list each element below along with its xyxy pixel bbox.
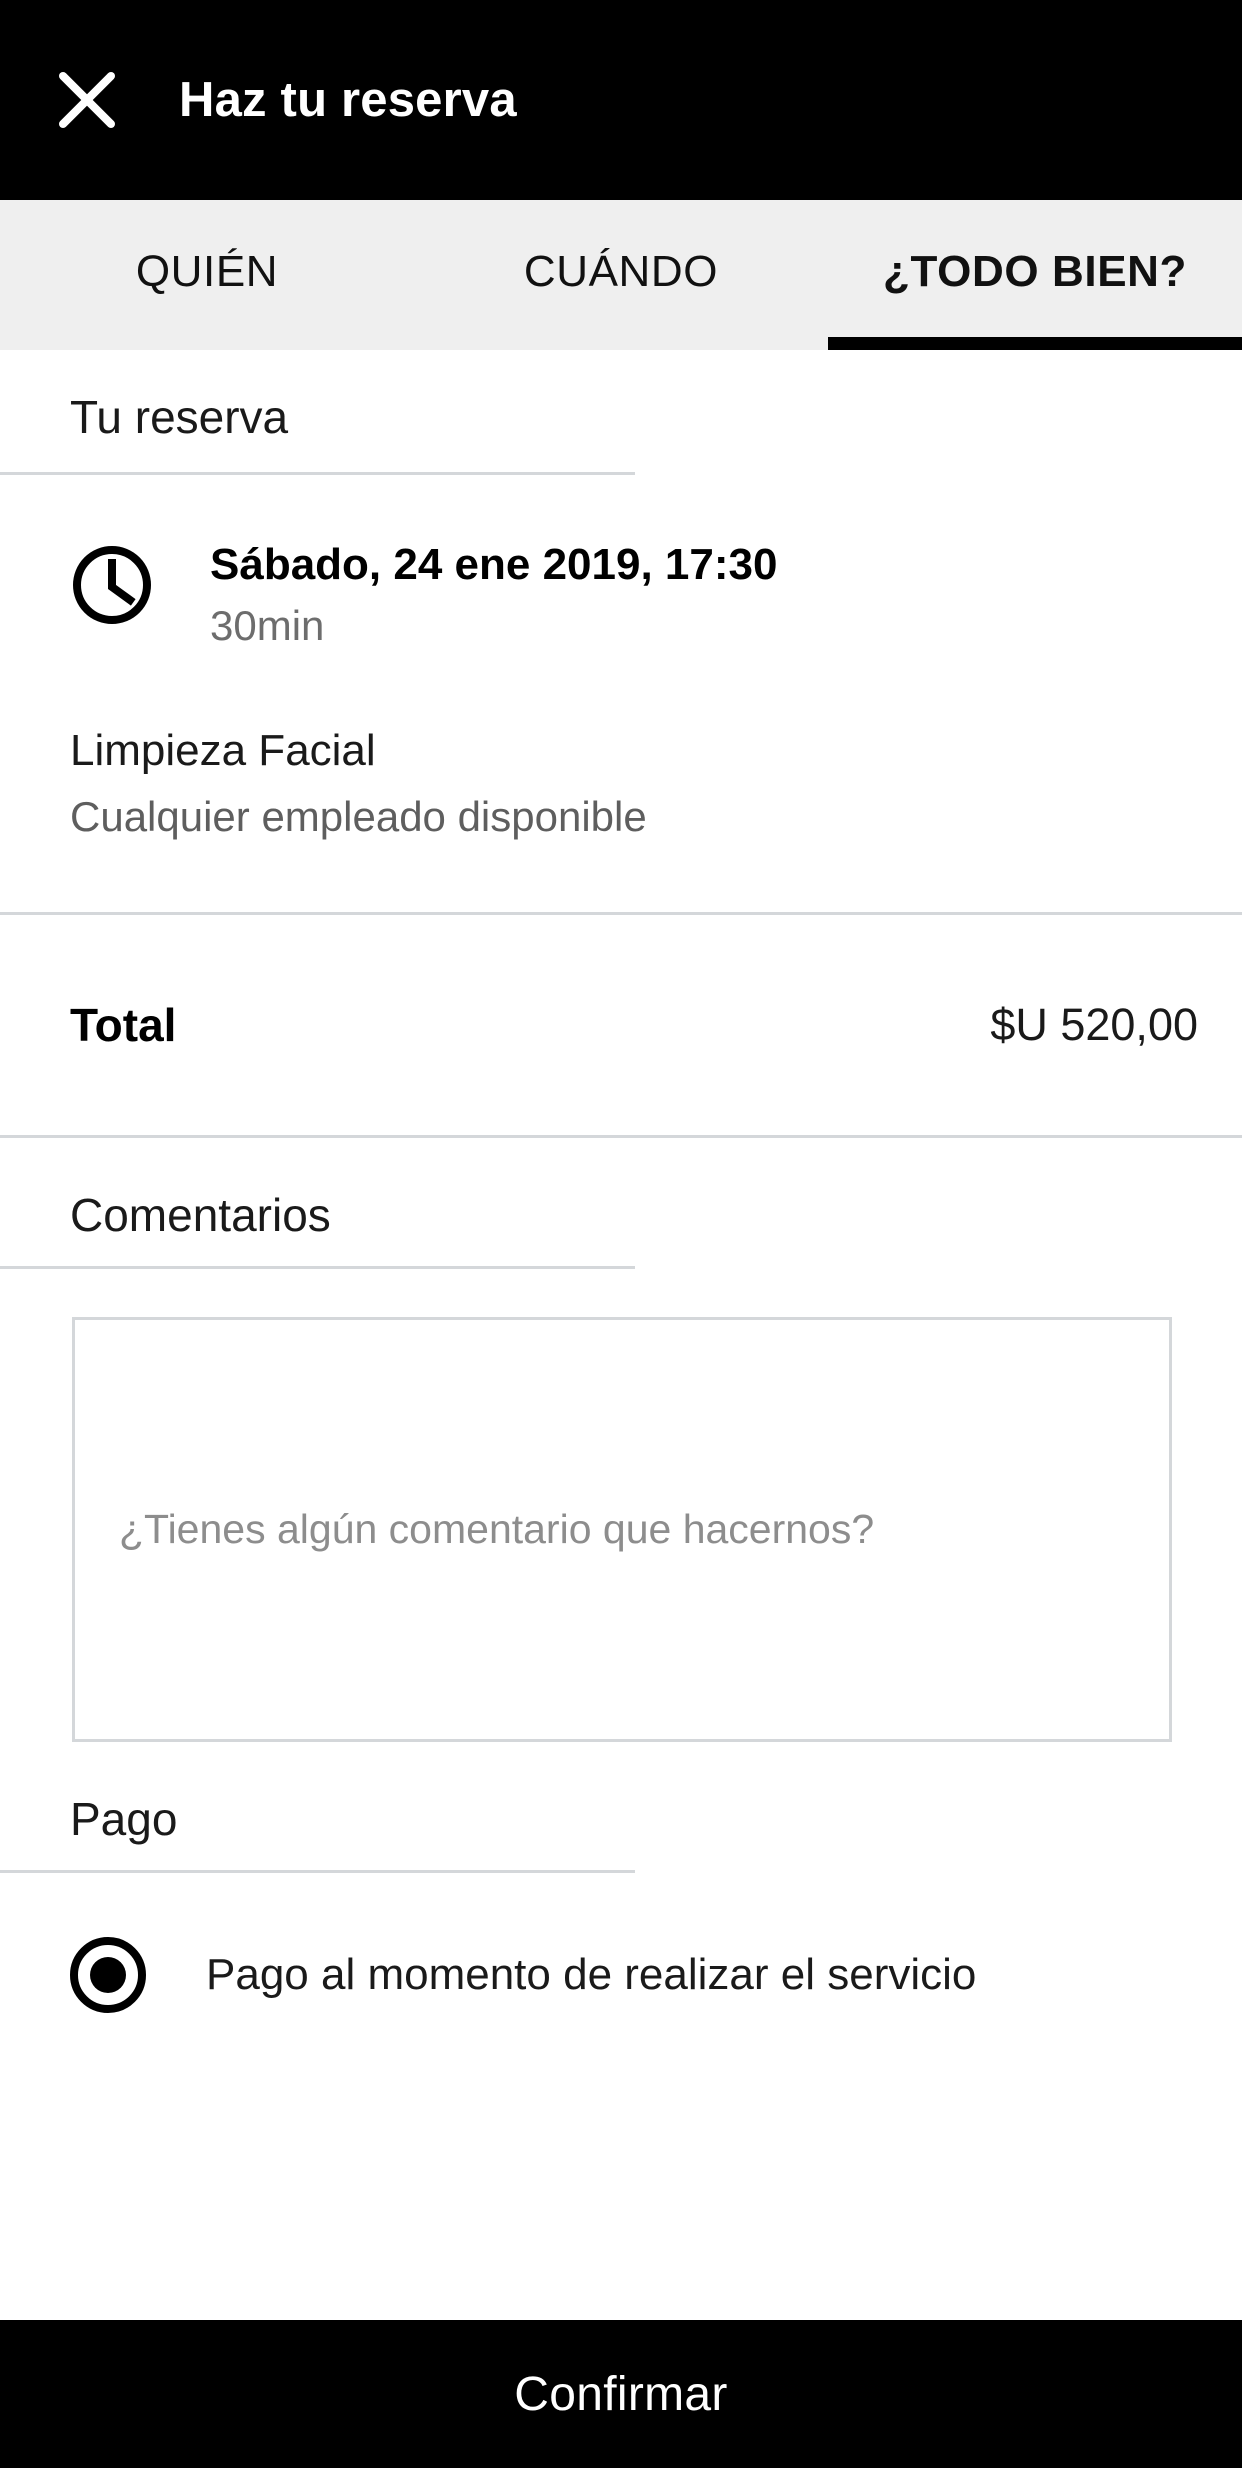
tab-quien-label: QUIÉN xyxy=(135,247,279,296)
close-button[interactable] xyxy=(42,55,132,145)
radio-selected-icon[interactable] xyxy=(70,1936,146,2013)
confirm-button[interactable]: Confirmar xyxy=(0,2320,1242,2468)
comments-field-wrap: ¿Tienes algún comentario que hacernos? xyxy=(0,1269,1242,1742)
booking-screen: Haz tu reserva QUIÉN CUÁNDO ¿TODO BIEN? … xyxy=(0,0,1242,2468)
page-title: Haz tu reserva xyxy=(179,73,517,127)
tab-cuando-label: CUÁNDO xyxy=(523,247,719,296)
close-icon xyxy=(56,69,118,131)
appointment-datetime-row: Sábado, 24 ene 2019, 17:30 30min xyxy=(0,539,1242,653)
total-row: Total $U 520,00 xyxy=(0,915,1242,1135)
appointment-text: Sábado, 24 ene 2019, 17:30 30min xyxy=(210,539,777,653)
confirm-button-label: Confirmar xyxy=(514,2367,728,2421)
payment-option-row[interactable]: Pago al momento de realizar el servicio xyxy=(0,1873,1242,2013)
section-pago-title: Pago xyxy=(70,1792,178,1845)
section-comentarios: Comentarios xyxy=(0,1138,1242,1266)
clock-icon xyxy=(70,543,154,627)
payment-option-label: Pago al momento de realizar el servicio xyxy=(206,1949,977,1999)
total-label: Total xyxy=(70,998,177,1051)
comments-placeholder: ¿Tienes algún comentario que hacernos? xyxy=(119,1505,875,1552)
tab-todo-bien-label: ¿TODO BIEN? xyxy=(882,247,1187,296)
app-header: Haz tu reserva xyxy=(0,0,1242,200)
tab-todo-bien[interactable]: ¿TODO BIEN? xyxy=(828,200,1242,350)
radio-dot xyxy=(90,1956,126,1993)
appointment-duration: 30min xyxy=(210,601,325,649)
appointment-datetime: Sábado, 24 ene 2019, 17:30 xyxy=(210,540,778,589)
section-pago: Pago xyxy=(0,1742,1242,1870)
service-block: Limpieza Facial Cualquier empleado dispo… xyxy=(0,653,1242,912)
tab-cuando[interactable]: CUÁNDO xyxy=(414,200,828,350)
section-comentarios-title: Comentarios xyxy=(70,1188,331,1241)
tab-bar: QUIÉN CUÁNDO ¿TODO BIEN? xyxy=(0,200,1242,350)
section-tu-reserva: Tu reserva xyxy=(0,350,1242,472)
tab-quien[interactable]: QUIÉN xyxy=(0,200,414,350)
service-name: Limpieza Facial xyxy=(70,726,376,776)
total-value: $U 520,00 xyxy=(990,998,1198,1050)
service-staff: Cualquier empleado disponible xyxy=(70,792,647,840)
appointment-block: Sábado, 24 ene 2019, 17:30 30min Limpiez… xyxy=(0,475,1242,912)
comments-input[interactable]: ¿Tienes algún comentario que hacernos? xyxy=(72,1316,1172,1742)
scroll-content[interactable]: Tu reserva Sábado, 24 ene 2019, 17:30 30… xyxy=(0,350,1242,2320)
section-tu-reserva-title: Tu reserva xyxy=(70,391,289,443)
